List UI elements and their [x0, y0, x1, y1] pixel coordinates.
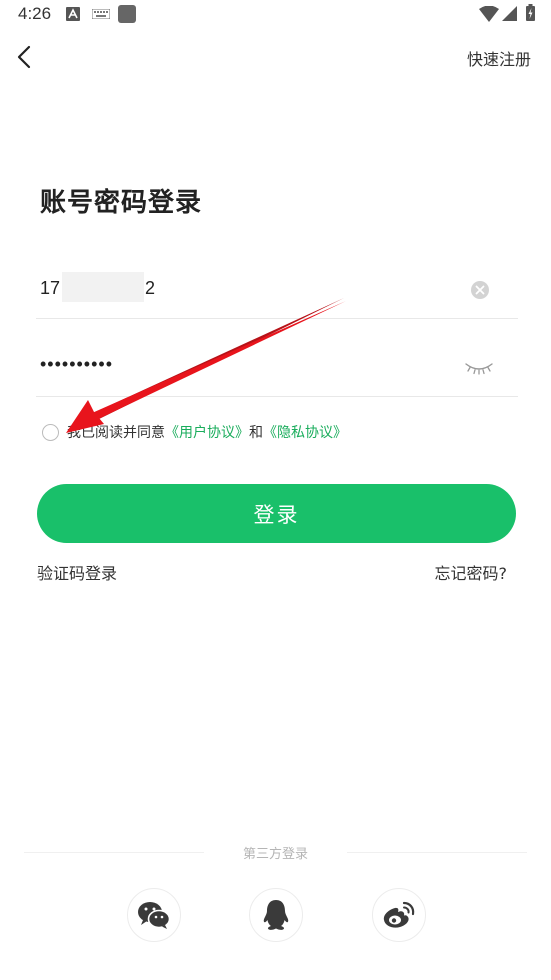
- agreement-prefix: 我已阅读并同意: [67, 425, 165, 441]
- phone-input[interactable]: 17 2: [36, 262, 518, 319]
- phone-suffix: 2: [145, 278, 156, 298]
- back-button[interactable]: [10, 42, 40, 72]
- eye-closed-icon[interactable]: [464, 358, 494, 378]
- status-time: 4:26: [18, 4, 52, 23]
- sms-login-link[interactable]: 验证码登录: [37, 560, 117, 584]
- wechat-icon: [138, 902, 171, 929]
- text-a-icon: [66, 7, 80, 21]
- login-button[interactable]: 登录: [37, 484, 516, 543]
- qq-icon: [263, 900, 289, 930]
- qq-login-button[interactable]: [249, 888, 303, 942]
- user-agreement-link[interactable]: 《用户协议》: [165, 422, 249, 442]
- app-square-icon: [118, 5, 136, 23]
- redaction-mask: [62, 272, 144, 302]
- password-input[interactable]: ••••••••••: [36, 340, 518, 397]
- page-title: 账号密码登录: [40, 188, 203, 218]
- clear-circle-icon[interactable]: [470, 280, 490, 300]
- weibo-icon: [383, 901, 415, 928]
- third-party-divider: 第三方登录: [24, 843, 527, 863]
- weibo-login-button[interactable]: [372, 888, 426, 942]
- keyboard-icon: [92, 9, 110, 19]
- wechat-login-button[interactable]: [127, 888, 181, 942]
- privacy-policy-link[interactable]: 《隐私协议》: [263, 422, 347, 442]
- quick-register-link[interactable]: 快速注册: [467, 46, 531, 70]
- status-bar: 4:26: [0, 0, 551, 30]
- signal-icon: [502, 6, 517, 21]
- agreement-row: 我已阅读并同意 《用户协议》 和 《隐私协议》: [42, 422, 347, 442]
- wifi-icon: [479, 6, 499, 22]
- agreement-conjunction: 和: [249, 425, 263, 441]
- agree-checkbox[interactable]: [42, 423, 59, 441]
- chevron-left-icon: [17, 45, 31, 69]
- battery-icon: [526, 4, 535, 21]
- password-value: ••••••••••: [40, 354, 114, 374]
- phone-prefix: 17: [40, 278, 61, 298]
- third-party-label: 第三方登录: [242, 847, 308, 862]
- forgot-password-link[interactable]: 忘记密码?: [435, 560, 508, 584]
